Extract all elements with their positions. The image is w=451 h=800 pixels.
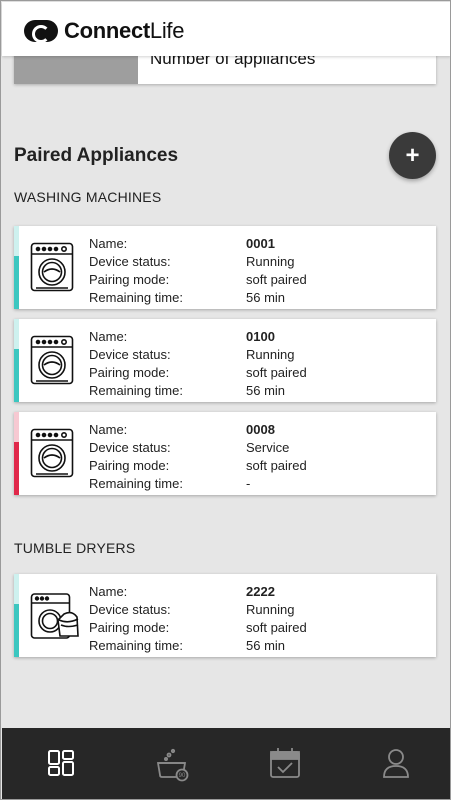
tumble-dryer-icon xyxy=(30,590,79,640)
value-remaining: 56 min xyxy=(246,290,286,305)
label-name: Name: xyxy=(89,236,128,251)
plus-icon: + xyxy=(405,141,420,169)
status-indicator-bar xyxy=(14,412,19,495)
value-pairing: soft paired xyxy=(246,272,307,287)
label-name: Name: xyxy=(89,422,128,437)
washing-machines-heading: WASHING MACHINES xyxy=(14,189,162,205)
label-pairing: Pairing mode: xyxy=(89,620,170,635)
label-name: Name: xyxy=(89,584,128,599)
washing-machine-icon xyxy=(30,242,74,292)
value-name: 2222 xyxy=(246,584,275,599)
tumble-dryers-heading: TUMBLE DRYERS xyxy=(14,540,136,556)
value-remaining: - xyxy=(246,476,251,491)
field-values: 0008 Service soft paired - xyxy=(246,421,307,493)
label-remaining: Remaining time: xyxy=(89,638,183,653)
nav-profile[interactable] xyxy=(379,746,413,780)
svg-text:90: 90 xyxy=(179,773,186,779)
paired-appliances-title: Paired Appliances xyxy=(14,145,179,166)
label-remaining: Remaining time: xyxy=(89,383,183,398)
value-remaining: 56 min xyxy=(246,383,286,398)
value-status: Running xyxy=(246,602,295,617)
washing-machine-icon xyxy=(30,428,74,478)
connectlife-logo-icon xyxy=(24,20,58,43)
appliance-card[interactable]: Name: Device status: Pairing mode: Remainin… xyxy=(14,226,436,309)
value-name: 0001 xyxy=(246,236,275,251)
field-labels: Name: Device status: Pairing mode: Remainin… xyxy=(89,421,183,493)
brand-logo: ConnectLife xyxy=(24,18,184,44)
label-status: Device status: xyxy=(89,602,171,617)
value-pairing: soft paired xyxy=(246,620,307,635)
appliance-card[interactable]: Name: Device status: Pairing mode: Remainin… xyxy=(14,574,436,657)
appliance-card[interactable]: Name: Device status: Pairing mode: Remainin… xyxy=(14,319,436,402)
app-header: ConnectLife xyxy=(2,2,450,56)
nav-dashboard[interactable] xyxy=(44,746,78,780)
value-name: 0100 xyxy=(246,329,275,344)
washing-machine-icon xyxy=(30,335,74,385)
value-pairing: soft paired xyxy=(246,365,307,380)
field-labels: Name: Device status: Pairing mode: Remainin… xyxy=(89,583,183,655)
field-labels: Name: Device status: Pairing mode: Remainin… xyxy=(89,235,183,307)
value-status: Running xyxy=(246,254,295,269)
value-status: Service xyxy=(246,440,290,455)
appliance-card[interactable]: Name: Device status: Pairing mode: Remainin… xyxy=(14,412,436,495)
nav-calendar[interactable] xyxy=(268,746,302,780)
field-values: 0100 Running soft paired 56 min xyxy=(246,328,307,400)
label-remaining: Remaining time: xyxy=(89,476,183,491)
label-pairing: Pairing mode: xyxy=(89,458,170,473)
brand-name: ConnectLife xyxy=(64,18,185,43)
value-status: Running xyxy=(246,347,295,362)
field-values: 2222 Running soft paired 56 min xyxy=(246,583,307,655)
value-pairing: soft paired xyxy=(246,458,307,473)
status-indicator-bar xyxy=(14,574,19,657)
dashboard-icon xyxy=(48,750,74,776)
label-name: Name: xyxy=(89,329,128,344)
app-frame: ConnectLife Number of appliances Paired … xyxy=(0,0,451,800)
nav-wash-programs[interactable]: 90 xyxy=(155,746,191,782)
bottom-navigation: 90 xyxy=(2,728,450,799)
label-status: Device status: xyxy=(89,440,171,455)
value-name: 0008 xyxy=(246,422,275,437)
profile-icon xyxy=(383,749,409,778)
field-values: 0001 Running soft paired 56 min xyxy=(246,235,307,307)
label-pairing: Pairing mode: xyxy=(89,365,170,380)
add-appliance-button[interactable]: + xyxy=(389,132,436,179)
field-labels: Name: Device status: Pairing mode: Remainin… xyxy=(89,328,183,400)
label-status: Device status: xyxy=(89,347,171,362)
status-indicator-bar xyxy=(14,226,19,309)
label-pairing: Pairing mode: xyxy=(89,272,170,287)
status-indicator-bar xyxy=(14,319,19,402)
label-status: Device status: xyxy=(89,254,171,269)
wash-program-icon: 90 xyxy=(156,748,189,782)
value-remaining: 56 min xyxy=(246,638,286,653)
calendar-icon xyxy=(270,748,300,778)
label-remaining: Remaining time: xyxy=(89,290,183,305)
